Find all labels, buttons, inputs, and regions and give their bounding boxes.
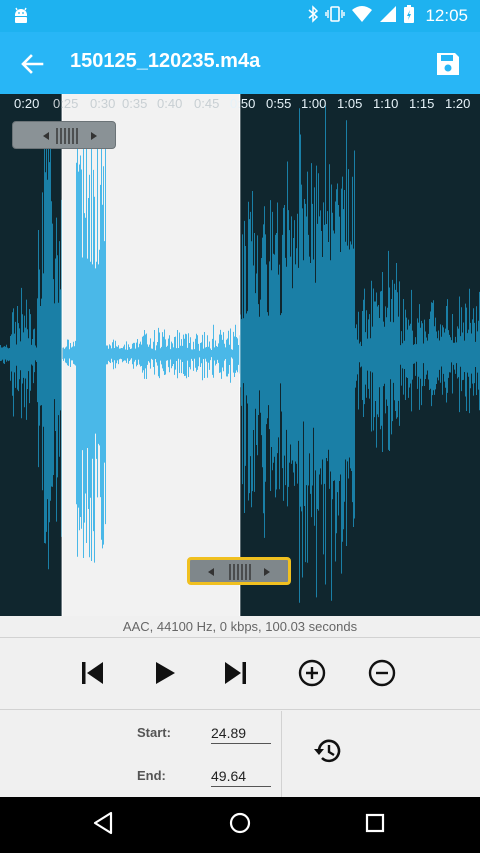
nav-home-button[interactable] xyxy=(222,807,258,843)
signal-icon xyxy=(379,5,397,28)
reset-markers-button[interactable] xyxy=(308,733,348,773)
app-bar: 150125_120235.m4a xyxy=(0,32,480,94)
playback-controls xyxy=(0,639,480,710)
play-icon xyxy=(148,657,180,694)
status-time: 12:05 xyxy=(425,6,468,25)
android-icon xyxy=(12,6,30,31)
start-field[interactable]: 24.89 xyxy=(211,725,271,744)
end-field[interactable]: 49.64 xyxy=(211,768,271,787)
vibrate-icon xyxy=(325,5,346,28)
audio-info: AAC, 44100 Hz, 0 kbps, 100.03 seconds xyxy=(0,616,480,638)
skip-previous-icon xyxy=(76,657,108,694)
timeline-tick: 1:05 xyxy=(337,96,363,111)
nav-back-button[interactable] xyxy=(86,807,122,843)
timeline-tick: 0:25 xyxy=(53,96,79,111)
back-triangle-icon xyxy=(91,810,117,841)
timeline-tick: 1:15 xyxy=(409,96,435,111)
file-title: 150125_120235.m4a xyxy=(70,50,261,72)
status-bar: 12:05 xyxy=(0,0,480,32)
zoom-in-icon xyxy=(296,657,328,694)
back-button[interactable] xyxy=(14,46,50,82)
skip-previous-button[interactable] xyxy=(70,653,114,697)
end-label: End: xyxy=(137,768,166,783)
play-button[interactable] xyxy=(142,653,186,697)
zoom-out-button[interactable] xyxy=(360,653,404,697)
save-button[interactable] xyxy=(430,46,466,82)
timeline-tick: 0:45 xyxy=(194,96,220,111)
battery-charging-icon xyxy=(403,4,415,29)
timeline-tick: 0:50 xyxy=(230,96,256,111)
waveform-editor[interactable]: 0:20 0:25 0:30 0:35 0:40 0:45 0:50 0:55 … xyxy=(0,94,480,616)
home-circle-icon xyxy=(227,810,253,841)
nav-recents-button[interactable] xyxy=(357,807,393,843)
recents-square-icon xyxy=(362,810,388,841)
bluetooth-icon xyxy=(307,4,319,28)
timeline-tick: 1:10 xyxy=(373,96,399,111)
timeline-tick: 1:20 xyxy=(445,96,471,111)
skip-next-icon xyxy=(220,657,252,694)
marker-fields: Start: 24.89 End: 49.64 xyxy=(0,711,480,797)
zoom-out-icon xyxy=(366,657,398,694)
navigation-bar xyxy=(0,797,480,853)
timeline-tick: 0:35 xyxy=(122,96,148,111)
timeline-tick: 1:00 xyxy=(301,96,327,111)
timeline-tick: 0:40 xyxy=(157,96,183,111)
timeline-tick: 0:30 xyxy=(90,96,116,111)
timeline-tick: 0:55 xyxy=(266,96,292,111)
waveform[interactable] xyxy=(0,94,480,616)
divider xyxy=(281,711,282,797)
timeline-tick: 0:20 xyxy=(14,96,40,111)
zoom-in-button[interactable] xyxy=(290,653,334,697)
start-marker-handle[interactable] xyxy=(12,121,116,149)
save-icon xyxy=(430,53,466,86)
end-marker-handle[interactable] xyxy=(187,557,291,585)
skip-next-button[interactable] xyxy=(214,653,258,697)
timeline: 0:20 0:25 0:30 0:35 0:40 0:45 0:50 0:55 … xyxy=(0,94,480,114)
wifi-icon xyxy=(351,5,373,28)
history-icon xyxy=(312,735,344,772)
start-label: Start: xyxy=(137,725,171,740)
arrow-back-icon xyxy=(14,54,50,86)
